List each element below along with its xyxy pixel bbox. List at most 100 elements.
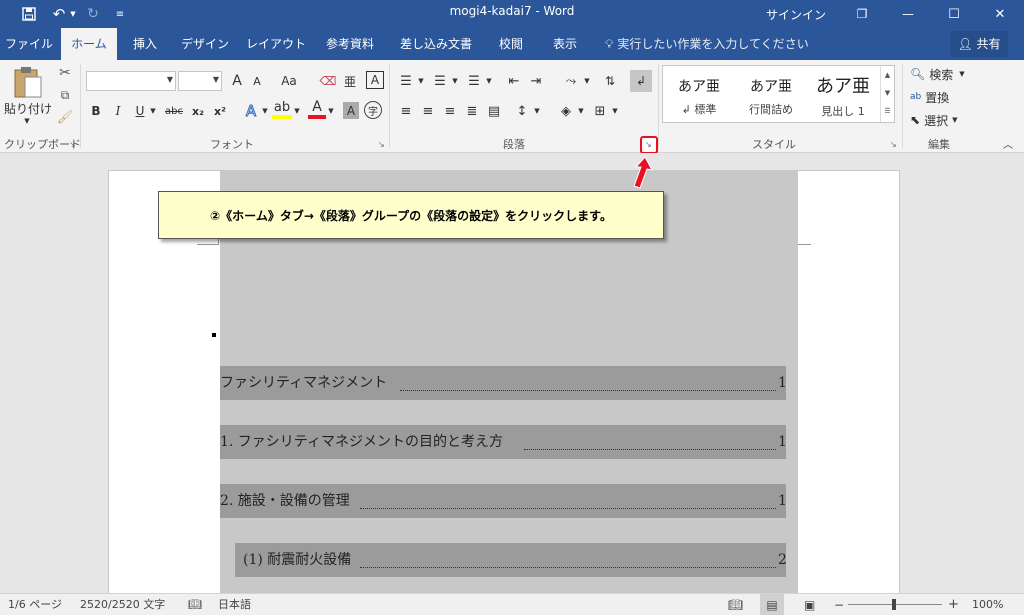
- style-no-spacing[interactable]: あア亜 行間詰め: [735, 66, 807, 122]
- format-painter-icon[interactable]: 🖌︎: [56, 108, 74, 126]
- web-layout-icon[interactable]: ▣: [804, 594, 815, 615]
- phonetic-guide-icon[interactable]: 亜: [340, 71, 360, 91]
- language-indicator[interactable]: 日本語: [218, 594, 251, 615]
- show-marks-icon[interactable]: ↲: [630, 70, 652, 92]
- paste-icon[interactable]: [6, 64, 50, 100]
- read-mode-icon[interactable]: 📖︎: [728, 594, 743, 615]
- shading-icon[interactable]: ◈: [556, 101, 576, 121]
- close-icon[interactable]: ✕: [986, 0, 1014, 28]
- chevron-down-icon[interactable]: ▼: [416, 71, 426, 91]
- chevron-down-icon[interactable]: ▼: [450, 71, 460, 91]
- chevron-down-icon[interactable]: ▼: [532, 101, 542, 121]
- cut-icon[interactable]: ✂: [56, 64, 74, 82]
- style-normal[interactable]: あア亜 ↲ 標準: [663, 66, 735, 122]
- signin-link[interactable]: サインイン: [766, 0, 826, 28]
- multilevel-list-icon[interactable]: ☰: [464, 71, 484, 91]
- toc-entry[interactable]: ファシリティマネジメント 1: [220, 366, 787, 400]
- more-icon[interactable]: ☰: [881, 102, 894, 120]
- bullets-icon[interactable]: ☰: [396, 71, 416, 91]
- grow-font-icon[interactable]: A: [228, 71, 246, 91]
- minimize-icon[interactable]: —: [894, 0, 922, 28]
- italic-button[interactable]: I: [110, 101, 126, 121]
- proofing-icon[interactable]: 📖︎: [188, 594, 202, 615]
- zoom-level[interactable]: 100%: [972, 594, 1003, 615]
- paste-label[interactable]: 貼り付け: [4, 100, 52, 116]
- sort-icon[interactable]: ⇅: [600, 71, 620, 91]
- superscript-button[interactable]: x²: [210, 101, 230, 121]
- maximize-icon[interactable]: ☐: [940, 0, 968, 28]
- chevron-down-icon[interactable]: ▼: [292, 101, 302, 121]
- char-border-icon[interactable]: A: [366, 71, 384, 89]
- text-effects-icon[interactable]: A: [242, 101, 260, 121]
- chevron-down-icon[interactable]: ▼: [576, 101, 586, 121]
- highlight-color-icon[interactable]: ab: [272, 99, 292, 119]
- zoom-in-icon[interactable]: +: [948, 594, 959, 615]
- tab-mailings[interactable]: 差し込み文書: [390, 28, 482, 60]
- font-size-combo[interactable]: ▼: [178, 71, 222, 91]
- tab-design[interactable]: デザイン: [174, 28, 236, 60]
- share-button[interactable]: 👤︎ 共有: [950, 31, 1008, 57]
- char-shading-icon[interactable]: A: [343, 102, 359, 119]
- toc-entry[interactable]: 1. ファシリティマネジメントの目的と考え方 1: [220, 425, 787, 459]
- find-button[interactable]: 🔍︎ 検索 ▼: [910, 64, 990, 84]
- zoom-slider-thumb[interactable]: [892, 599, 896, 610]
- ribbon-display-icon[interactable]: ❐: [848, 0, 876, 28]
- shrink-font-icon[interactable]: A: [248, 71, 266, 91]
- tab-file[interactable]: ファイル: [0, 28, 58, 60]
- align-left-icon[interactable]: ≡: [396, 101, 416, 121]
- strikethrough-button[interactable]: abc: [162, 101, 186, 121]
- toc-entry[interactable]: 2. 施設・設備の管理 1: [220, 484, 787, 518]
- underline-button[interactable]: U: [132, 101, 148, 121]
- font-name-combo[interactable]: ▼: [86, 71, 176, 91]
- chevron-down-icon[interactable]: ▼: [582, 71, 592, 91]
- word-count[interactable]: 2520/2520 文字: [80, 594, 165, 615]
- increase-indent-icon[interactable]: ⇥: [526, 71, 546, 91]
- change-case-icon[interactable]: Aa: [276, 71, 302, 91]
- align-right-icon[interactable]: ≡: [440, 101, 460, 121]
- chevron-down-icon: ▼: [166, 75, 173, 84]
- chevron-up-icon[interactable]: ▲: [881, 66, 894, 84]
- paragraph-launcher-icon[interactable]: ↘: [645, 140, 654, 149]
- tell-me-box[interactable]: 💡︎ 実行したい作業を入力してください: [605, 28, 809, 60]
- distributed-icon[interactable]: ▤: [484, 101, 504, 121]
- tab-layout[interactable]: レイアウト: [240, 28, 312, 60]
- collapse-ribbon-icon[interactable]: ︿: [1000, 136, 1016, 151]
- group-divider: [658, 64, 659, 148]
- page-count[interactable]: 1/6 ページ: [8, 594, 62, 615]
- font-color-icon[interactable]: A: [308, 99, 326, 119]
- replace-button[interactable]: ab 置換: [910, 87, 990, 107]
- justify-icon[interactable]: ≣: [462, 101, 482, 121]
- decrease-indent-icon[interactable]: ⇤: [504, 71, 524, 91]
- chevron-down-icon[interactable]: ▼: [484, 71, 494, 91]
- toc-entry[interactable]: (1) 耐震耐火設備 2: [235, 543, 787, 577]
- borders-icon[interactable]: ⊞: [590, 101, 610, 121]
- underline-dropdown-icon[interactable]: ▼: [148, 101, 158, 121]
- select-button[interactable]: ⬉ 選択 ▼: [910, 110, 990, 130]
- line-spacing-icon[interactable]: ↕: [512, 101, 532, 121]
- tab-review[interactable]: 校閲: [487, 28, 535, 60]
- paste-dropdown-icon[interactable]: ▼: [22, 116, 32, 126]
- chevron-down-icon[interactable]: ▼: [881, 84, 894, 102]
- subscript-button[interactable]: x₂: [188, 101, 208, 121]
- tab-insert[interactable]: 挿入: [120, 28, 170, 60]
- zoom-out-icon[interactable]: −: [834, 594, 844, 615]
- styles-launcher-icon[interactable]: ↘: [890, 140, 899, 149]
- tab-references[interactable]: 参考資料: [316, 28, 384, 60]
- clear-format-icon[interactable]: ⌫: [318, 71, 338, 91]
- text-direction-icon[interactable]: ⤳: [560, 71, 582, 91]
- tab-home[interactable]: ホーム: [61, 28, 117, 60]
- numbering-icon[interactable]: ☰: [430, 71, 450, 91]
- print-layout-icon[interactable]: ▤: [760, 594, 784, 615]
- align-center-icon[interactable]: ≡: [418, 101, 438, 121]
- font-launcher-icon[interactable]: ↘: [378, 140, 387, 149]
- tab-view[interactable]: 表示: [540, 28, 590, 60]
- bold-button[interactable]: B: [88, 101, 104, 121]
- chevron-down-icon[interactable]: ▼: [260, 101, 270, 121]
- style-heading-1[interactable]: あア亜 見出し 1: [807, 66, 879, 122]
- clipboard-launcher-icon[interactable]: ↘: [69, 140, 78, 149]
- enclose-char-icon[interactable]: 字: [364, 101, 382, 119]
- chevron-down-icon[interactable]: ▼: [326, 101, 336, 121]
- chevron-down-icon[interactable]: ▼: [610, 101, 620, 121]
- copy-icon[interactable]: ⧉: [56, 86, 74, 104]
- style-gallery-scroll[interactable]: ▲ ▼ ☰: [880, 66, 894, 122]
